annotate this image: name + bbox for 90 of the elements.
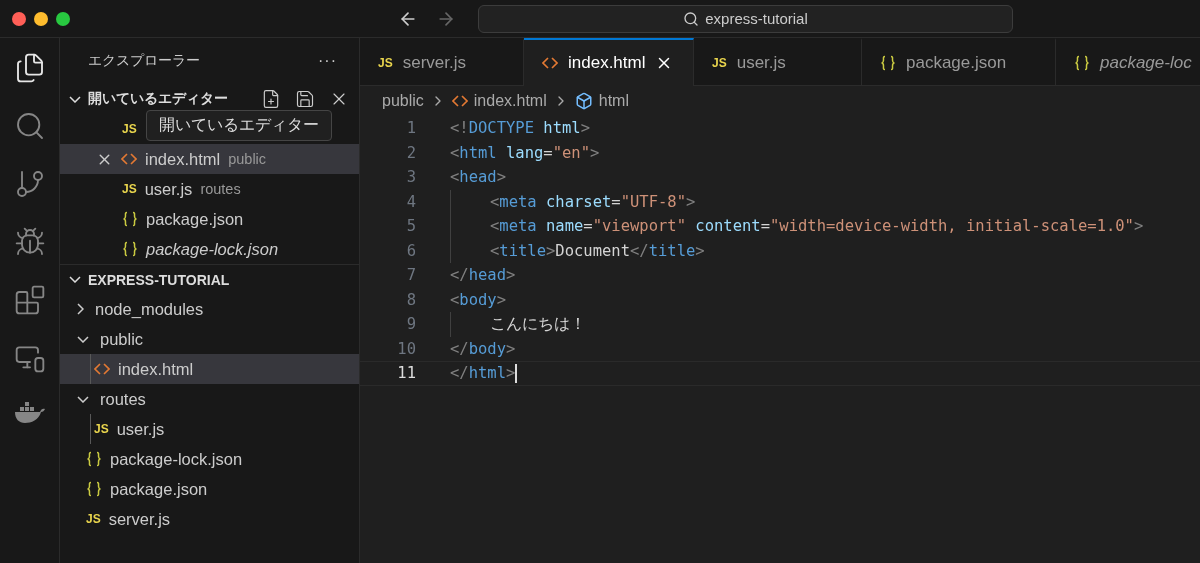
curly-braces-icon xyxy=(1074,54,1090,71)
code-line: こんにちは！ xyxy=(490,313,586,335)
file-name: user.js xyxy=(116,419,165,439)
line-number: 5 xyxy=(405,217,416,236)
file-item[interactable]: JS server.js xyxy=(60,504,359,534)
js-file-icon: JS xyxy=(94,422,109,436)
blocks-icon[interactable] xyxy=(13,284,46,316)
save-all-icon[interactable] xyxy=(295,89,315,109)
js-file-icon: JS xyxy=(86,512,101,526)
breadcrumb-item[interactable]: index.html xyxy=(451,92,547,110)
open-editor-item[interactable]: package-lock.json xyxy=(60,234,359,264)
curly-braces-icon xyxy=(122,211,138,227)
file-item[interactable]: JS user.js xyxy=(60,414,359,444)
code-line: </html> xyxy=(450,363,518,383)
breadcrumb-item[interactable]: public xyxy=(382,92,424,110)
code-line: <!DOCTYPE html> xyxy=(450,119,590,138)
file-name: public xyxy=(100,329,144,349)
code-line: <meta name="viewport" content="width=device-width, initial-scale=1.0"> xyxy=(490,217,1144,236)
line-number: 1 xyxy=(405,119,416,138)
editor-tab[interactable]: package.json xyxy=(862,38,1056,86)
line-number: 11 xyxy=(396,364,416,383)
line-number: 3 xyxy=(405,168,416,187)
chevron-down-icon xyxy=(77,395,89,403)
js-file-icon: JS xyxy=(122,182,137,196)
section-title[interactable]: 開いているエディター xyxy=(88,90,228,108)
sidebar-title: エクスプローラー xyxy=(88,52,200,70)
folder-description: routes xyxy=(200,181,241,197)
file-name: user.js xyxy=(144,179,193,199)
editor-tab[interactable]: JS server.js xyxy=(360,38,524,86)
more-actions-button[interactable]: ··· xyxy=(318,52,337,70)
file-name: routes xyxy=(100,389,146,409)
file-item[interactable]: package.json xyxy=(60,474,359,504)
code-line: </body> xyxy=(450,339,516,358)
code-line: <body> xyxy=(450,290,506,309)
curly-braces-icon xyxy=(880,54,896,71)
code-brackets-icon xyxy=(451,95,468,107)
file-name: package.json xyxy=(110,479,208,499)
line-number: 10 xyxy=(396,339,416,358)
editor-tab[interactable]: JS user.js xyxy=(694,38,862,86)
search-icon xyxy=(683,10,700,27)
minimize-window-button[interactable] xyxy=(34,11,48,26)
file-name: package.json xyxy=(146,209,244,229)
curly-braces-icon xyxy=(86,451,102,467)
file-name: node_modules xyxy=(95,299,204,319)
folder-item[interactable]: public xyxy=(60,324,359,354)
code-line: <title>Document</title> xyxy=(490,241,705,260)
tooltip: 開いているエディター xyxy=(146,110,332,141)
code-line: <html lang="en"> xyxy=(450,143,600,162)
file-item[interactable]: package-lock.json xyxy=(60,444,359,474)
folder-description: public xyxy=(228,151,267,167)
line-number: 6 xyxy=(405,241,416,260)
new-file-icon[interactable] xyxy=(261,89,281,109)
code-line: <meta charset="UTF-8"> xyxy=(490,192,696,211)
curly-braces-icon xyxy=(122,241,138,257)
file-item[interactable]: index.html xyxy=(60,354,359,384)
line-number: 8 xyxy=(405,290,416,309)
line-number: 9 xyxy=(405,315,416,334)
js-file-icon: JS xyxy=(378,55,393,70)
open-editor-item[interactable]: package.json xyxy=(60,204,359,234)
chevron-down-icon xyxy=(69,95,81,103)
code-brackets-icon xyxy=(94,363,110,375)
code-brackets-icon xyxy=(121,153,137,165)
cube-icon xyxy=(574,92,593,110)
file-name: index.html xyxy=(118,359,194,379)
line-number: 2 xyxy=(405,143,416,162)
command-search-field[interactable]: express-tutorial xyxy=(478,4,1013,33)
section-title[interactable]: EXPRESS-TUTORIAL xyxy=(88,271,230,288)
open-editor-item[interactable]: JS user.js routes xyxy=(60,174,359,204)
chevron-right-icon xyxy=(77,303,84,315)
curly-braces-icon xyxy=(86,481,102,497)
file-name: package-lock.json xyxy=(146,239,279,259)
close-window-button[interactable] xyxy=(12,11,26,26)
editor-tab[interactable]: index.html xyxy=(524,38,694,86)
file-name: server.js xyxy=(108,509,171,529)
open-editor-item[interactable]: index.html public xyxy=(60,144,359,174)
line-number: 7 xyxy=(405,266,416,285)
code-line: </head> xyxy=(450,266,516,285)
breadcrumb-item[interactable]: html xyxy=(574,92,629,110)
bug-icon[interactable] xyxy=(13,226,46,258)
chevron-down-icon xyxy=(69,276,81,283)
js-file-icon: JS xyxy=(712,55,727,70)
folder-item[interactable]: node_modules xyxy=(60,294,359,324)
folder-item[interactable]: routes xyxy=(60,384,359,414)
maximize-window-button[interactable] xyxy=(56,11,70,26)
file-name: package-lock.json xyxy=(110,449,243,469)
line-number: 4 xyxy=(405,192,416,211)
chevron-down-icon xyxy=(77,335,89,343)
code-brackets-icon xyxy=(542,57,558,69)
file-name: index.html xyxy=(145,149,221,169)
code-line: <head> xyxy=(450,168,506,187)
